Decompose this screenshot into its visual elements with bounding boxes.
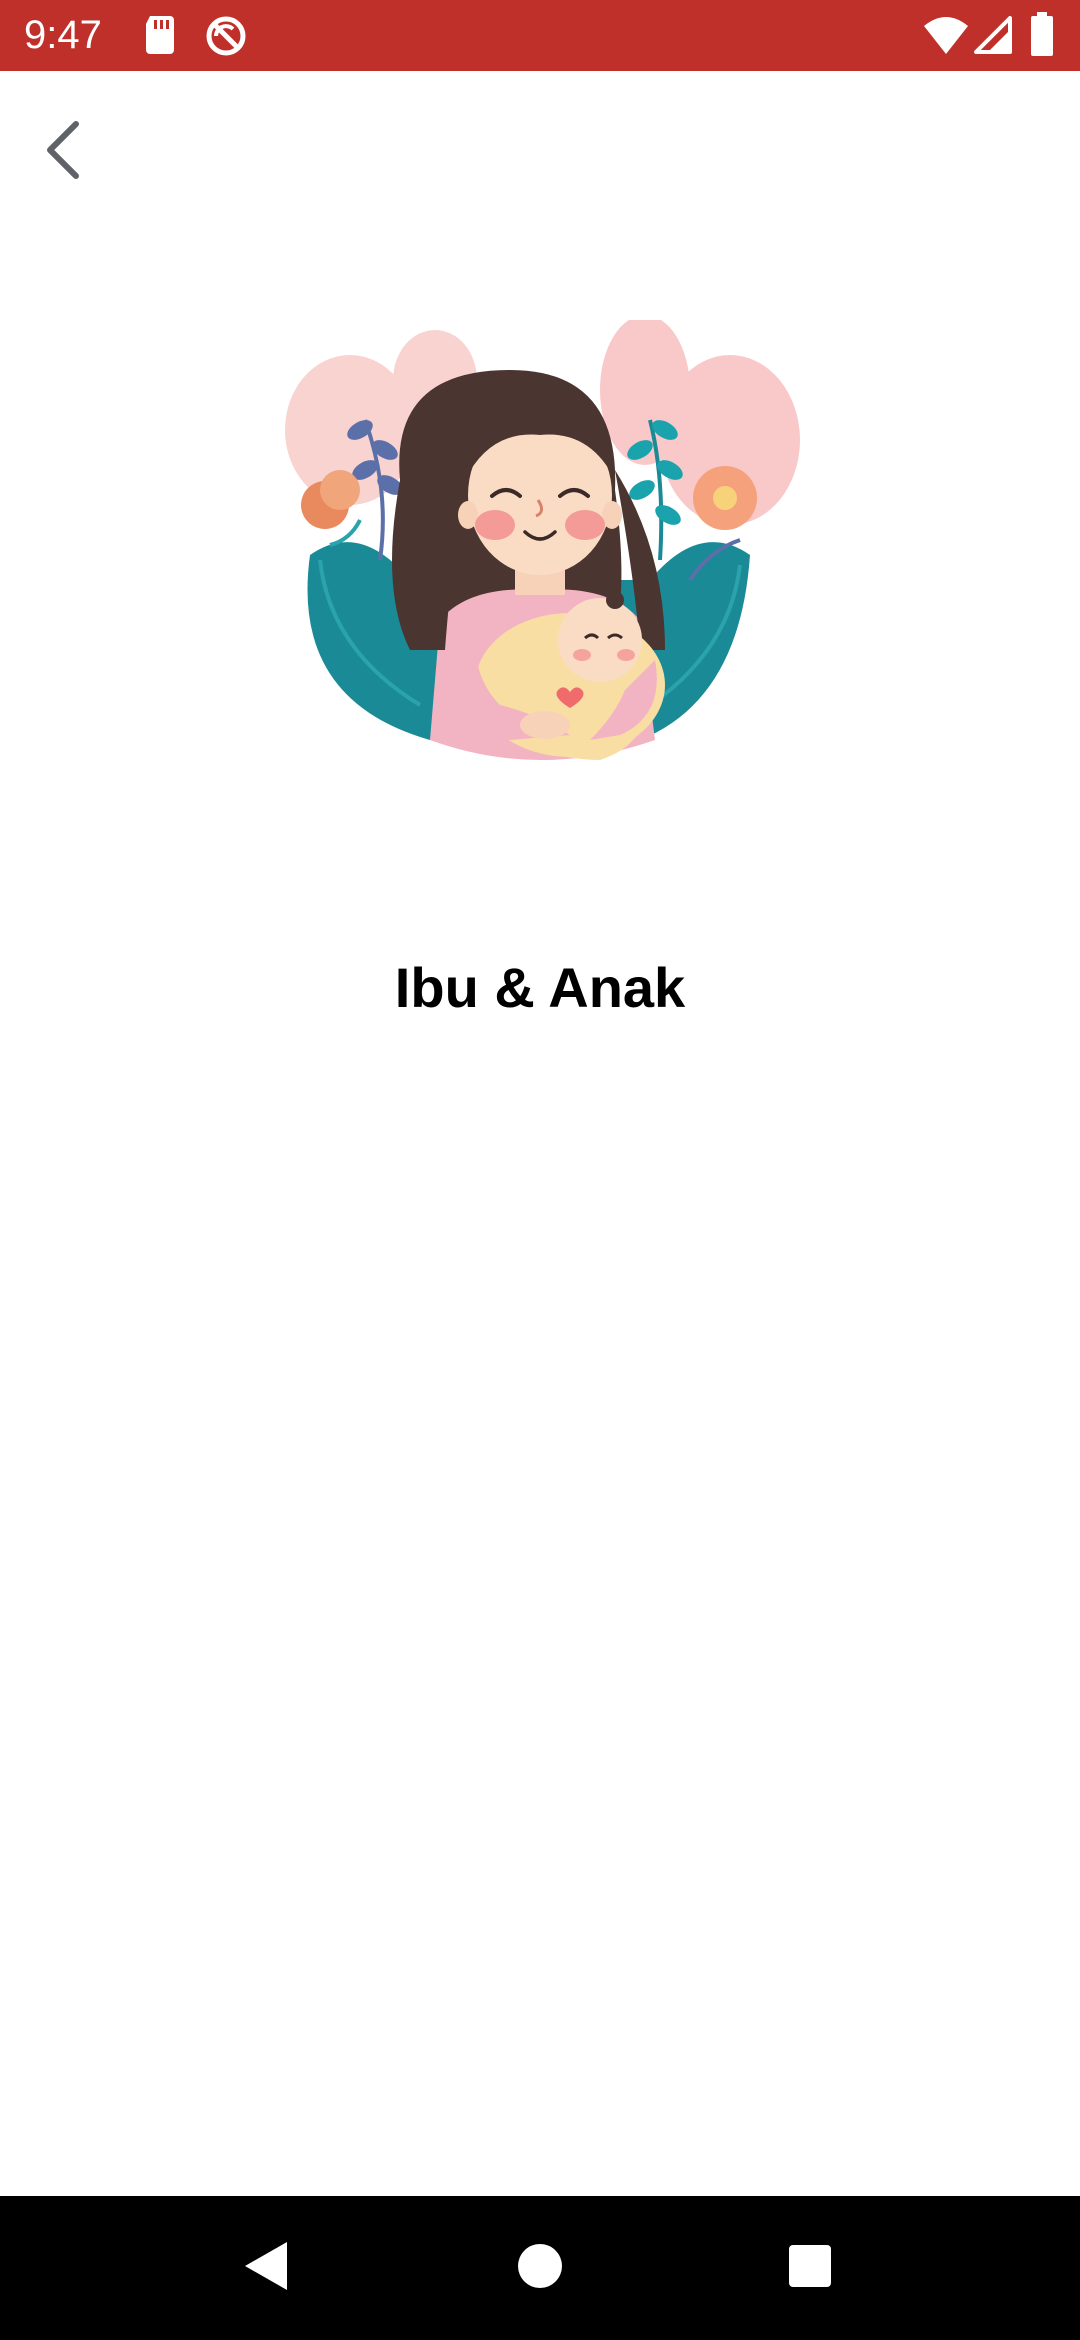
status-time: 9:47 — [24, 13, 102, 57]
nav-recents-icon — [786, 2242, 834, 2295]
status-bar: 9:47 — [0, 0, 1080, 71]
mother-baby-illustration — [270, 315, 810, 780]
sd-card-icon — [142, 14, 178, 59]
screen: 9:47 Ibu & Anak — [0, 0, 1080, 2340]
system-nav-bar — [0, 2196, 1080, 2340]
cell-signal-icon — [974, 16, 1012, 59]
no-sync-icon — [204, 14, 248, 63]
battery-icon — [1030, 12, 1054, 61]
nav-recents-button[interactable] — [774, 2232, 846, 2304]
nav-home-icon — [516, 2242, 564, 2295]
nav-back-icon — [241, 2238, 291, 2299]
chevron-left-icon — [40, 118, 84, 187]
page-title: Ibu & Anak — [394, 956, 686, 1019]
wifi-icon — [922, 16, 970, 61]
back-button[interactable] — [30, 112, 94, 192]
nav-back-button[interactable] — [230, 2232, 302, 2304]
nav-home-button[interactable] — [504, 2232, 576, 2304]
